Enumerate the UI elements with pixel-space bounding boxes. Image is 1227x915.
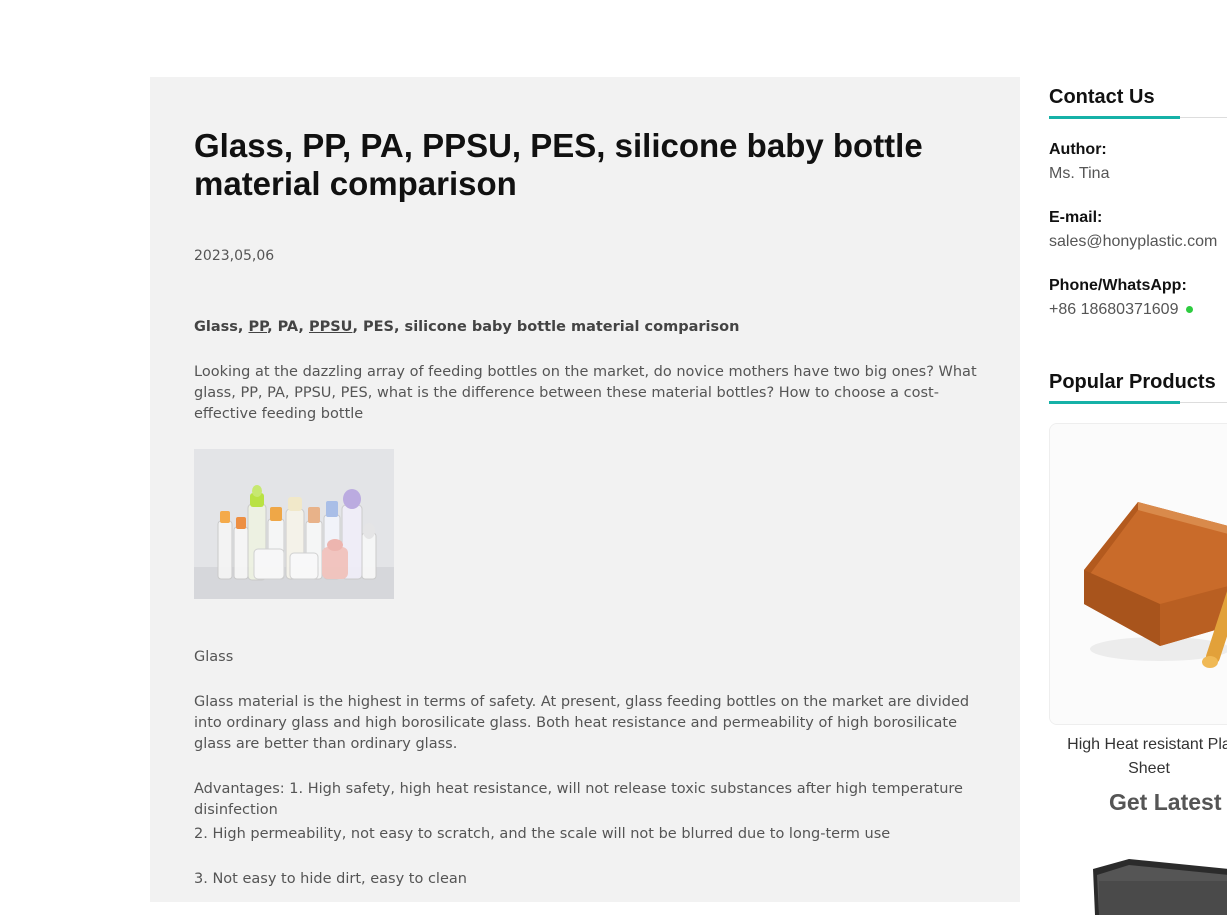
product-card[interactable]	[1049, 423, 1227, 725]
product-name-line1[interactable]: High Heat resistant Pla	[999, 733, 1227, 757]
article-lead: Glass, PP, PA, PPSU, PES, silicone baby …	[194, 317, 984, 338]
email-link[interactable]: sales@honyplastic.com	[1049, 233, 1217, 251]
section-heading-glass: Glass	[194, 649, 234, 665]
product-name-line2[interactable]: Sheet	[999, 757, 1227, 781]
email-label: E-mail:	[1049, 209, 1103, 226]
lead-text: , PA,	[267, 319, 309, 335]
baby-bottles-image	[194, 449, 394, 599]
article-title: Glass, PP, PA, PPSU, PES, silicone baby …	[194, 127, 923, 202]
get-latest-heading: Get Latest	[1109, 789, 1222, 815]
advantage-1: Advantages: 1. High safety, high heat re…	[194, 781, 963, 818]
author-value: Ms. Tina	[1049, 165, 1110, 182]
bottles-illustration	[194, 449, 394, 599]
ppsu-link[interactable]: PPSU	[309, 319, 352, 335]
author-label: Author:	[1049, 141, 1107, 158]
phone-row[interactable]: +86 18680371609	[1049, 301, 1194, 319]
online-status-icon	[1186, 306, 1194, 314]
pp-link[interactable]: PP	[248, 319, 267, 335]
product-thumbnail[interactable]	[1089, 855, 1227, 915]
glass-paragraph: Glass material is the highest in terms o…	[194, 694, 970, 752]
article-panel: Glass, PP, PA, PPSU, PES, silicone baby …	[150, 77, 1020, 902]
lead-text: , PES, silicone baby bottle material com…	[352, 319, 740, 335]
popular-products-heading: Popular Products	[1049, 371, 1216, 393]
phone-value[interactable]: +86 18680371609	[1049, 301, 1178, 318]
intro-paragraph: Looking at the dazzling array of feeding…	[194, 364, 977, 422]
advantage-2: 2. High permeability, not easy to scratc…	[194, 826, 891, 842]
lead-text: Glass,	[194, 319, 249, 335]
product-image	[1050, 424, 1227, 724]
product-name[interactable]: High Heat resistant Pla Sheet	[999, 733, 1227, 781]
article-date: 2023,05,06	[194, 248, 275, 264]
phone-label: Phone/WhatsApp:	[1049, 277, 1187, 294]
contact-heading-underline	[1049, 116, 1227, 119]
contact-heading: Contact Us	[1049, 86, 1155, 108]
advantage-3: 3. Not easy to hide dirt, easy to clean	[194, 871, 467, 887]
popular-heading-underline	[1049, 401, 1227, 404]
